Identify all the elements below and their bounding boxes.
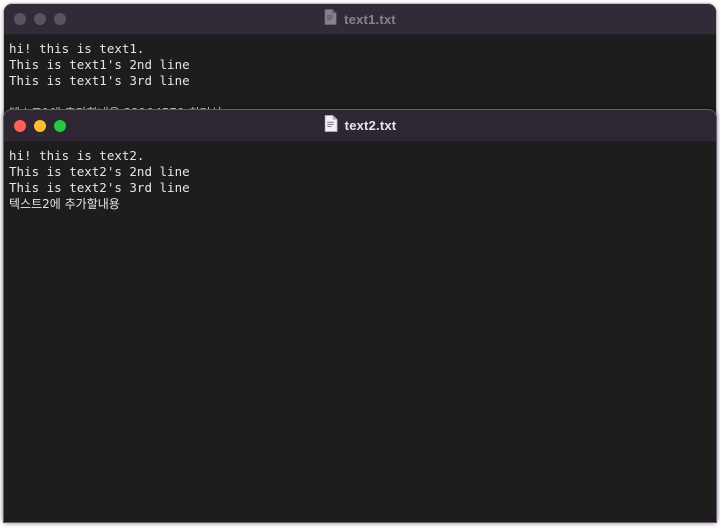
code-line: 텍스트2에 추가할내용 xyxy=(4,196,716,212)
window-title-text1: text1.txt xyxy=(344,12,396,27)
zoom-icon[interactable] xyxy=(54,13,66,25)
code-line: This is text2's 3rd line xyxy=(4,180,716,196)
minimize-icon[interactable] xyxy=(34,13,46,25)
title-area-text2: text2.txt xyxy=(4,110,716,141)
traffic-lights-text1 xyxy=(14,13,66,25)
close-icon[interactable] xyxy=(14,13,26,25)
code-line: hi! this is text1. xyxy=(4,41,716,57)
traffic-lights-text2 xyxy=(14,120,66,132)
minimize-icon[interactable] xyxy=(34,120,46,132)
titlebar-text1[interactable]: text1.txt xyxy=(4,4,716,35)
close-icon[interactable] xyxy=(14,120,26,132)
title-area-text1: text1.txt xyxy=(4,4,716,34)
code-line: This is text1's 3rd line xyxy=(4,73,716,89)
document-icon xyxy=(324,9,337,29)
titlebar-text2[interactable]: text2.txt xyxy=(4,110,716,142)
desktop-screen: text1.txt hi! this is text1. This is tex… xyxy=(0,0,720,532)
document-icon xyxy=(324,115,338,136)
window-title-text2: text2.txt xyxy=(345,118,397,133)
code-line: This is text1's 2nd line xyxy=(4,57,716,73)
window-text2[interactable]: text2.txt hi! this is text2. This is tex… xyxy=(4,110,716,522)
zoom-icon[interactable] xyxy=(54,120,66,132)
code-line: This is text2's 2nd line xyxy=(4,164,716,180)
editor-text2[interactable]: hi! this is text2. This is text2's 2nd l… xyxy=(4,142,716,522)
code-line-blank xyxy=(4,89,716,105)
code-line: hi! this is text2. xyxy=(4,148,716,164)
